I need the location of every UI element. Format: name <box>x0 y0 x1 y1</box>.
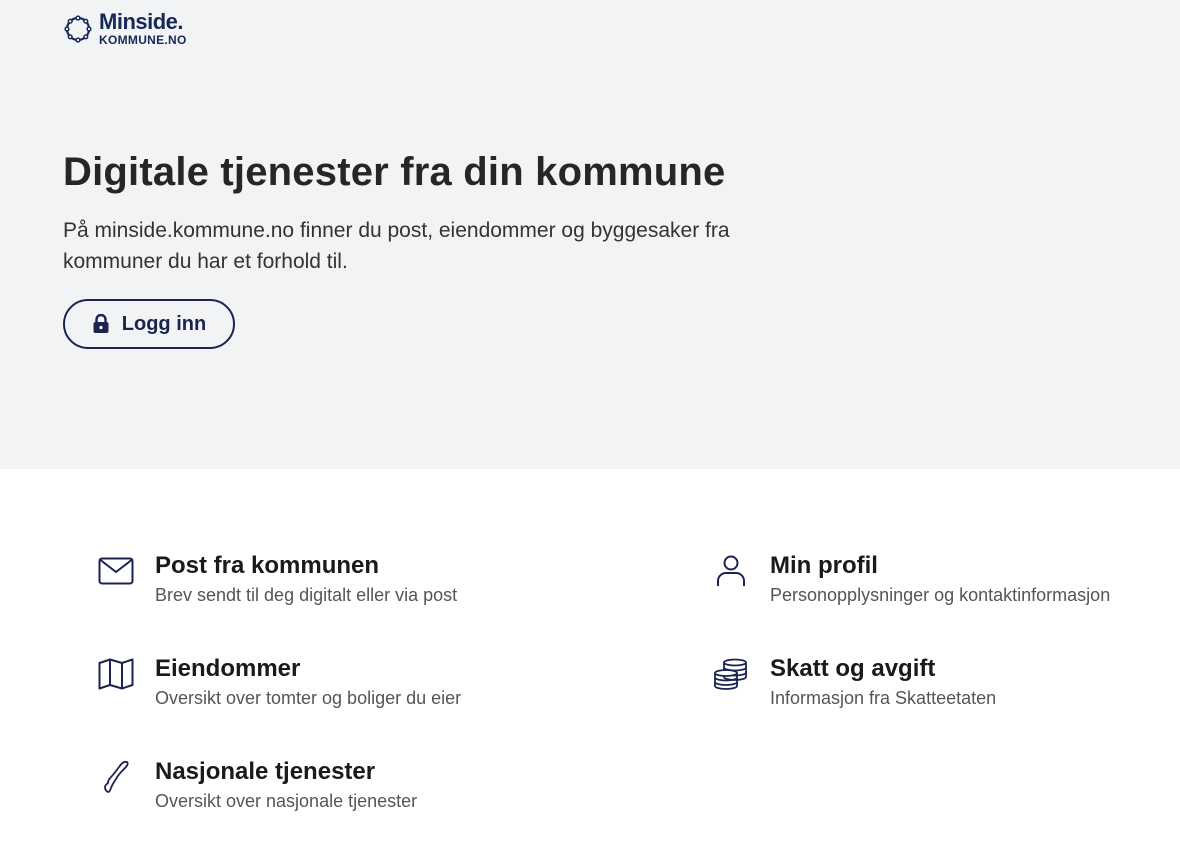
person-icon <box>712 552 750 590</box>
service-subtitle: Oversikt over nasjonale tjenester <box>155 791 418 811</box>
envelope-icon <box>97 552 135 590</box>
service-title: Skatt og avgift <box>770 655 936 682</box>
service-profile[interactable]: Min profil Personopplysninger og kontakt… <box>712 552 1110 607</box>
service-subtitle: Personopplysninger og kontaktinformasjon <box>770 585 1111 605</box>
service-title: Nasjonale tjenester <box>155 758 376 785</box>
service-properties[interactable]: Eiendommer Oversikt over tomter og bolig… <box>97 655 461 710</box>
map-icon <box>97 655 135 693</box>
coins-icon <box>712 655 750 693</box>
logo-main-text: Minside. <box>99 9 184 34</box>
logo-text: Minside. KOMMUNE.NO <box>99 9 187 47</box>
site-logo[interactable]: Minside. KOMMUNE.NO <box>63 11 187 46</box>
service-post[interactable]: Post fra kommunen Brev sendt til deg dig… <box>97 552 457 607</box>
service-title: Eiendommer <box>155 655 301 682</box>
service-tax[interactable]: Skatt og avgift Informasjon fra Skatteet… <box>712 655 996 710</box>
hero-section: Minside. KOMMUNE.NO Digitale tjenester f… <box>0 0 1180 469</box>
login-button[interactable]: Logg inn <box>63 299 235 349</box>
service-subtitle: Oversikt over tomter og boliger du eier <box>155 688 462 708</box>
norway-map-icon <box>97 758 135 796</box>
service-title: Min profil <box>770 552 878 579</box>
service-title: Post fra kommunen <box>155 552 380 579</box>
logo-sub-text: KOMMUNE.NO <box>99 33 187 47</box>
service-subtitle: Informasjon fra Skatteetaten <box>770 688 997 708</box>
service-national[interactable]: Nasjonale tjenester Oversikt over nasjon… <box>97 758 417 813</box>
service-subtitle: Brev sendt til deg digitalt eller via po… <box>155 585 458 605</box>
hero-description: På minside.kommune.no finner du post, ei… <box>63 219 730 273</box>
logo-ring-icon <box>64 14 92 43</box>
login-button-label: Logg inn <box>121 312 207 335</box>
page-title: Digitale tjenester fra din kommune <box>63 150 726 194</box>
lock-icon <box>92 314 110 334</box>
